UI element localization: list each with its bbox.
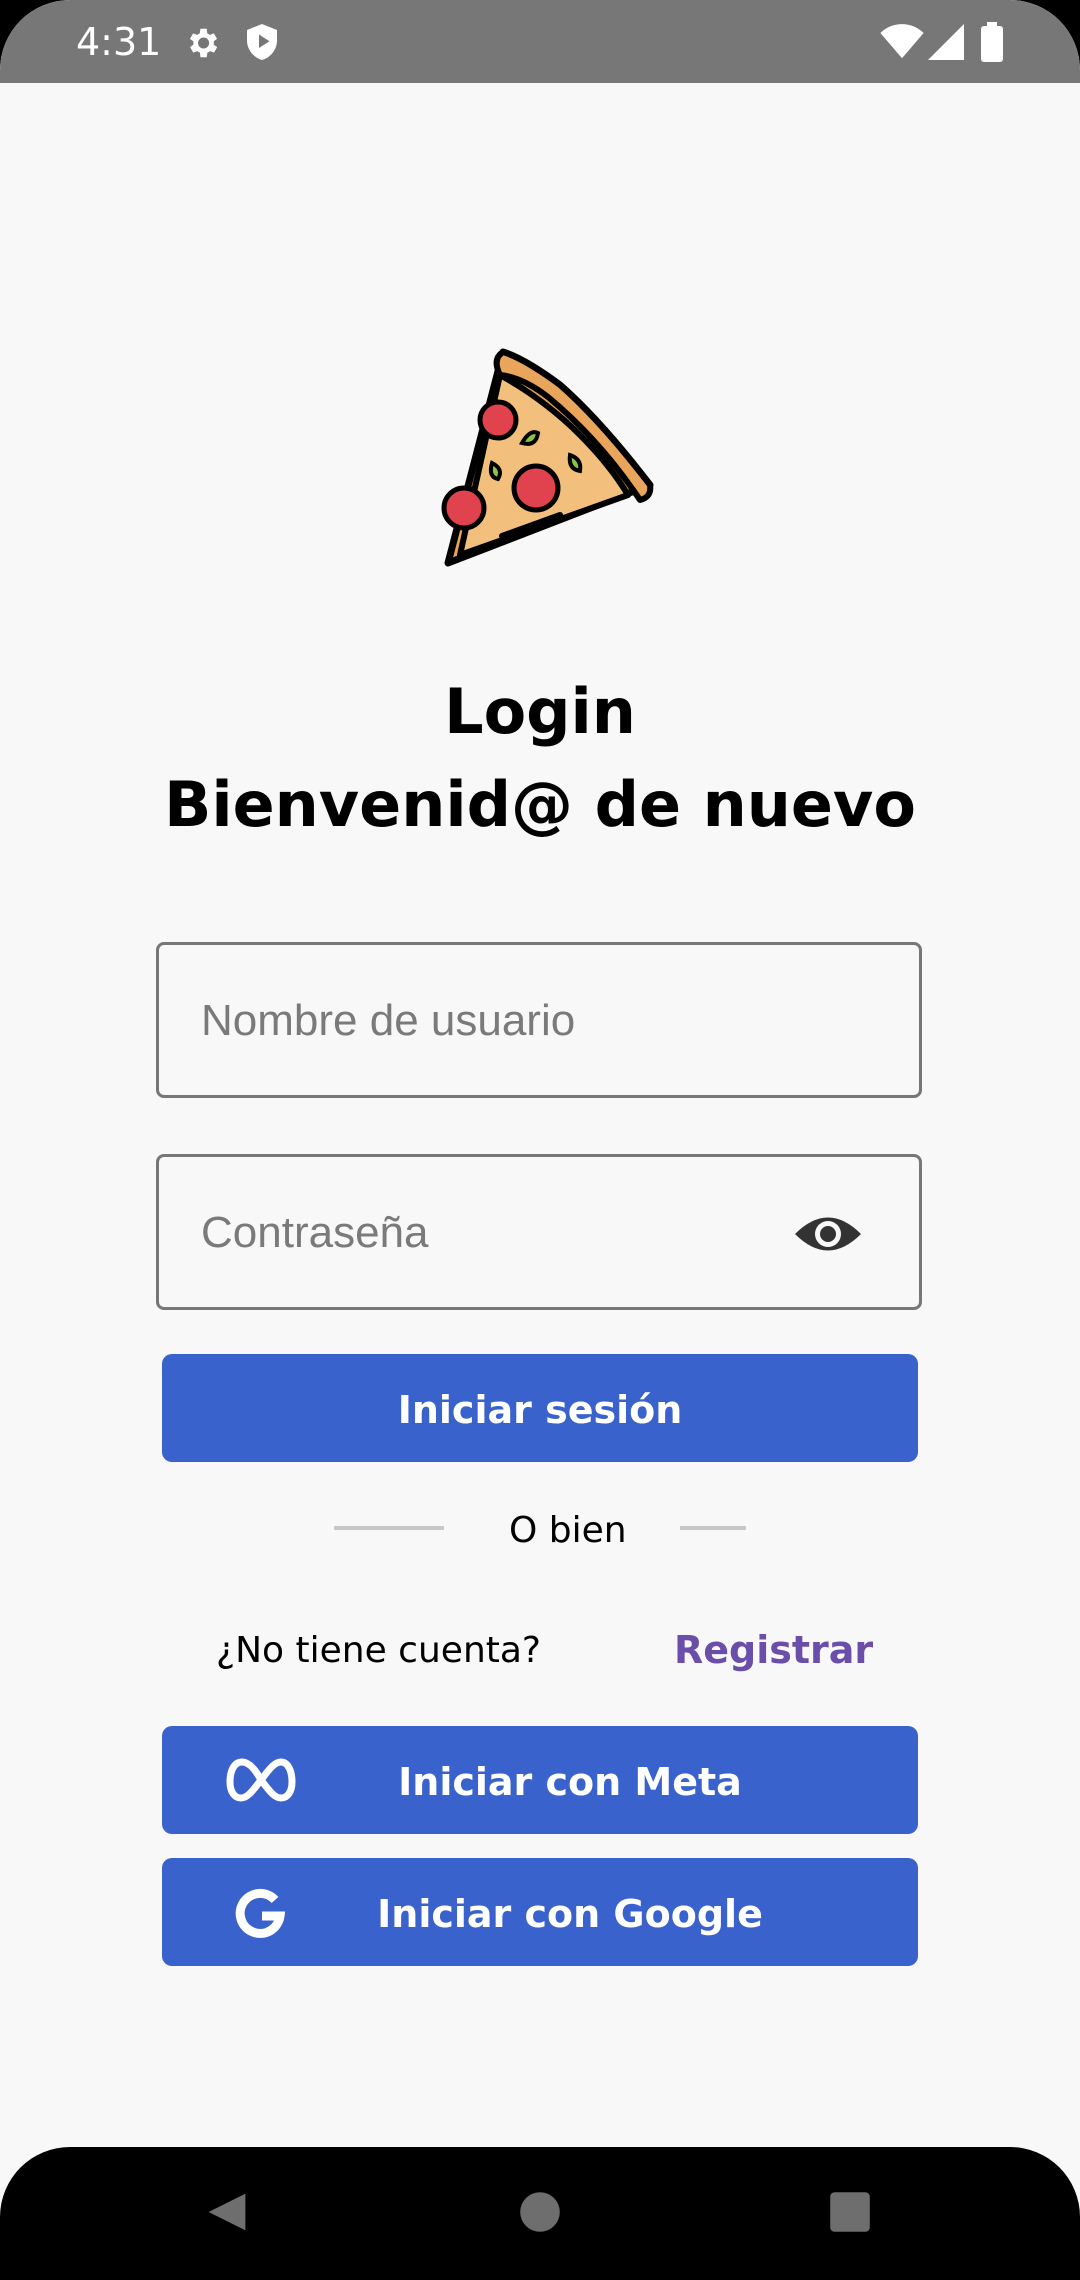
google-login-button[interactable]: Iniciar con Google (162, 1858, 918, 1966)
meta-login-label: Iniciar con Meta (398, 1760, 742, 1804)
battery-icon (981, 22, 1003, 62)
no-account-prompt: ¿No tiene cuenta? (216, 1630, 542, 1671)
password-field[interactable] (156, 1154, 922, 1310)
meta-login-button[interactable]: Iniciar con Meta (162, 1726, 918, 1834)
navigation-bar (0, 2147, 1080, 2280)
wifi-icon (880, 24, 924, 59)
status-time: 4:31 (76, 20, 162, 64)
recents-icon[interactable] (828, 2189, 872, 2235)
login-button[interactable]: Iniciar sesión (162, 1354, 918, 1462)
pizza-slice-icon (441, 348, 654, 567)
register-link[interactable]: Registrar (674, 1628, 873, 1672)
password-input[interactable] (199, 1157, 803, 1309)
google-login-label: Iniciar con Google (377, 1892, 763, 1936)
home-icon[interactable] (518, 2189, 562, 2235)
login-button-label: Iniciar sesión (397, 1388, 683, 1432)
page-title: Login (444, 675, 636, 748)
back-icon[interactable] (204, 2189, 250, 2235)
divider-right (680, 1526, 746, 1530)
username-input[interactable] (199, 945, 803, 1097)
gear-icon (189, 28, 218, 58)
separator-label: O bien (509, 1510, 627, 1551)
shield-icon (247, 24, 277, 60)
username-field[interactable] (156, 942, 922, 1098)
app-screen: 4:31 Login Bienvenid@ de nuevo Nombre de… (0, 0, 1080, 2280)
status-bar: 4:31 (0, 0, 1080, 83)
divider-left (334, 1526, 444, 1530)
eye-icon[interactable] (793, 1209, 863, 1259)
signal-icon (928, 24, 964, 60)
page-subtitle: Bienvenid@ de nuevo (164, 768, 916, 841)
